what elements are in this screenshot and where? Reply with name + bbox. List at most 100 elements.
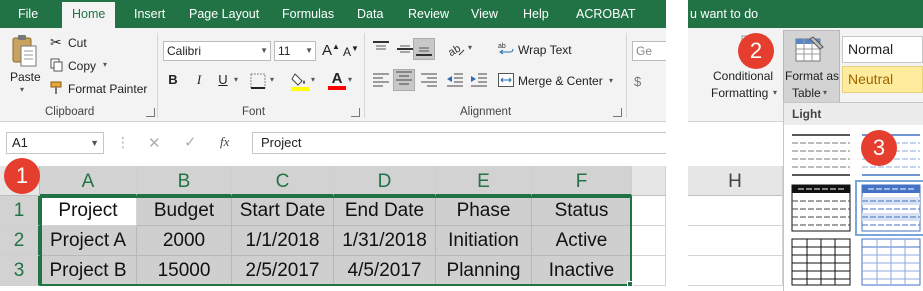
align-right-icon[interactable] (420, 72, 438, 91)
align-bottom-icon[interactable] (413, 38, 435, 60)
cell-d2[interactable]: 1/31/2018 (334, 226, 436, 256)
insert-function-icon[interactable]: fx (220, 134, 229, 150)
name-box[interactable]: A1 ▼ (6, 132, 104, 154)
column-header-b[interactable]: B (137, 166, 232, 196)
cell-a1[interactable]: Project (40, 196, 137, 226)
cell-style-neutral[interactable]: Neutral (842, 66, 923, 93)
italic-button[interactable]: I (189, 70, 209, 90)
underline-button[interactable]: U (213, 70, 233, 90)
cell-f1[interactable]: Status (532, 196, 632, 226)
font-size-select[interactable]: 11 ▼ (274, 41, 316, 61)
tab-formulas[interactable]: Formulas (282, 0, 334, 28)
font-family-select[interactable]: Calibri ▼ (163, 41, 271, 61)
tab-help[interactable]: Help (523, 0, 549, 28)
alignment-launcher-icon[interactable] (613, 108, 622, 117)
cell-h1[interactable] (688, 196, 783, 226)
cell-c3[interactable]: 2/5/2017 (232, 256, 334, 286)
cancel-entry-icon[interactable]: ✕ (148, 134, 161, 152)
cell-e3[interactable]: Planning (436, 256, 532, 286)
clipboard-launcher-icon[interactable] (146, 108, 155, 117)
decrease-font-size-icon[interactable]: A▼ (343, 44, 359, 59)
cell-g3[interactable] (632, 256, 666, 286)
tab-home[interactable]: Home (62, 2, 116, 28)
format-painter-button[interactable]: Format Painter (68, 82, 147, 96)
tab-insert[interactable]: Insert (134, 0, 165, 28)
copy-button[interactable]: Copy (68, 59, 96, 73)
orientation-icon[interactable]: ab (446, 40, 466, 61)
font-color-icon[interactable]: A (328, 70, 346, 90)
cell-e2[interactable]: Initiation (436, 226, 532, 256)
row-header-1[interactable]: 1 (0, 196, 40, 226)
borders-dropdown-icon[interactable]: ▾ (270, 75, 274, 84)
increase-indent-icon[interactable] (470, 72, 488, 91)
confirm-entry-icon[interactable]: ✓ (184, 133, 197, 151)
font-color-dropdown-icon[interactable]: ▾ (348, 75, 352, 84)
tab-file[interactable]: File (18, 0, 38, 28)
tab-page-layout[interactable]: Page Layout (189, 0, 259, 28)
table-style-light-1[interactable] (788, 129, 854, 179)
cell-b2[interactable]: 2000 (137, 226, 232, 256)
tab-view[interactable]: View (471, 0, 498, 28)
increase-font-size-icon[interactable]: A▲ (322, 42, 340, 59)
column-header-d[interactable]: D (334, 166, 436, 196)
cell-c2[interactable]: 1/1/2018 (232, 226, 334, 256)
paste-button-label[interactable]: Paste (10, 70, 41, 84)
column-header-c[interactable]: C (232, 166, 334, 196)
cell-h3[interactable] (688, 256, 783, 286)
cell-d3[interactable]: 4/5/2017 (334, 256, 436, 286)
align-top-icon[interactable] (372, 40, 390, 61)
paste-dropdown-icon[interactable]: ▾ (20, 85, 24, 94)
cell-style-normal[interactable]: Normal (842, 36, 923, 63)
column-header-a[interactable]: A (40, 166, 137, 196)
cell-b1[interactable]: Budget (137, 196, 232, 226)
tab-review[interactable]: Review (408, 0, 449, 28)
table-style-grid-2[interactable] (858, 237, 923, 287)
column-header-f[interactable]: F (532, 166, 632, 196)
cell-b3[interactable]: 15000 (137, 256, 232, 286)
bold-button[interactable]: B (163, 70, 183, 90)
merge-center-dropdown-icon[interactable]: ▾ (609, 76, 613, 85)
cell-g2[interactable] (632, 226, 666, 256)
cell-f2[interactable]: Active (532, 226, 632, 256)
formula-input[interactable]: Project (252, 132, 672, 154)
underline-dropdown-icon[interactable]: ▾ (234, 75, 238, 84)
orientation-dropdown-icon[interactable]: ▾ (468, 43, 472, 52)
wrap-text-button[interactable]: Wrap Text (518, 43, 572, 57)
decrease-indent-icon[interactable] (446, 72, 464, 91)
cell-e1[interactable]: Phase (436, 196, 532, 226)
column-header-g[interactable] (632, 166, 666, 196)
conditional-formatting-dropdown-icon[interactable]: ▾ (773, 88, 777, 97)
fill-color-icon[interactable] (291, 71, 309, 94)
font-launcher-icon[interactable] (351, 108, 360, 117)
borders-icon[interactable] (250, 73, 266, 92)
paste-icon[interactable] (10, 34, 38, 73)
table-style-medium-2[interactable] (855, 180, 923, 236)
cell-a2[interactable]: Project A (40, 226, 137, 256)
align-middle-icon[interactable] (396, 40, 414, 61)
align-center-icon[interactable] (393, 69, 415, 91)
column-header-e[interactable]: E (436, 166, 532, 196)
table-style-medium-1[interactable] (788, 183, 854, 233)
table-style-grid-1[interactable] (788, 237, 854, 287)
fill-color-dropdown-icon[interactable]: ▾ (311, 75, 315, 84)
cell-f3[interactable]: Inactive (532, 256, 632, 286)
conditional-formatting-button[interactable]: Conditional (713, 69, 773, 83)
tab-data[interactable]: Data (357, 0, 383, 28)
cell-a3[interactable]: Project B (40, 256, 137, 286)
column-header-h[interactable]: H (688, 166, 783, 196)
row-header-3[interactable]: 3 (0, 256, 40, 286)
cell-d1[interactable]: End Date (334, 196, 436, 226)
cell-h2[interactable] (688, 226, 783, 256)
tab-acrobat[interactable]: ACROBAT (576, 0, 636, 28)
cell-c1[interactable]: Start Date (232, 196, 334, 226)
currency-format-icon[interactable]: $ (634, 74, 641, 89)
number-format-select[interactable]: Ge (632, 41, 666, 61)
copy-dropdown-icon[interactable]: ▾ (103, 60, 107, 69)
cell-g1[interactable] (632, 196, 666, 226)
merge-center-button[interactable]: Merge & Center (518, 74, 603, 88)
fill-handle[interactable] (627, 281, 633, 287)
row-header-2[interactable]: 2 (0, 226, 40, 256)
align-left-icon[interactable] (372, 72, 390, 91)
conditional-formatting-button-line2[interactable]: Formatting (711, 86, 768, 100)
cut-button[interactable]: Cut (68, 36, 87, 50)
